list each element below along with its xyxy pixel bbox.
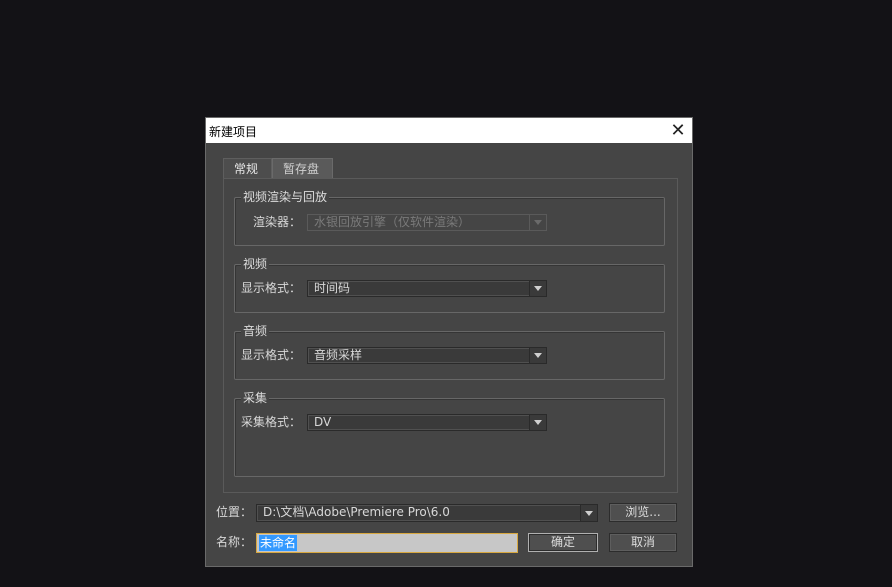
- chevron-down-icon[interactable]: [529, 281, 546, 296]
- chevron-down-icon[interactable]: [529, 348, 546, 363]
- audio-display-format-select[interactable]: 音频采样: [307, 347, 547, 364]
- group-audio: 音频 显示格式： 音频采样: [234, 323, 665, 380]
- group-capture: 采集 采集格式： DV: [234, 390, 665, 477]
- tab-general[interactable]: 常规: [223, 158, 272, 178]
- capture-format-value: DV: [314, 415, 332, 429]
- group-video: 视频 显示格式： 时间码: [234, 256, 665, 313]
- ok-button[interactable]: 确定: [528, 533, 598, 552]
- title-bar: 新建项目 ✕: [206, 118, 692, 143]
- group-title-audio: 音频: [241, 323, 270, 339]
- renderer-label: 渲染器：: [252, 215, 301, 229]
- video-display-format-label: 显示格式：: [240, 281, 301, 295]
- new-project-dialog: 新建项目 ✕ 常规 暂存盘 视频渲染与回放 渲染器： 水银回放引擎（仅软件渲染）…: [205, 117, 693, 567]
- group-title-rendering: 视频渲染与回放: [241, 189, 330, 205]
- chevron-down-icon[interactable]: [580, 505, 597, 521]
- capture-format-select[interactable]: DV: [307, 414, 547, 431]
- close-icon[interactable]: ✕: [664, 118, 692, 143]
- name-input[interactable]: 未命名: [256, 533, 518, 553]
- tab-scratch-disks[interactable]: 暂存盘: [272, 158, 333, 178]
- location-value: D:\文档\Adobe\Premiere Pro\6.0: [263, 505, 450, 519]
- chevron-down-icon[interactable]: [529, 415, 546, 430]
- name-label: 名称：: [215, 535, 252, 549]
- name-value: 未命名: [259, 535, 298, 551]
- tab-panel-general: 视频渲染与回放 渲染器： 水银回放引擎（仅软件渲染） 视频 显示格式： 时间码 …: [223, 178, 678, 493]
- location-label: 位置：: [215, 505, 252, 519]
- capture-format-label: 采集格式：: [240, 415, 301, 429]
- browse-button[interactable]: 浏览...: [609, 503, 677, 522]
- cancel-button[interactable]: 取消: [609, 533, 677, 552]
- audio-display-format-value: 音频采样: [314, 348, 363, 362]
- location-select[interactable]: D:\文档\Adobe\Premiere Pro\6.0: [256, 504, 598, 522]
- video-display-format-value: 时间码: [314, 281, 351, 295]
- video-display-format-select[interactable]: 时间码: [307, 280, 547, 297]
- audio-display-format-label: 显示格式：: [240, 348, 301, 362]
- renderer-value: 水银回放引擎（仅软件渲染）: [314, 215, 471, 229]
- group-title-video: 视频: [241, 256, 270, 272]
- dialog-title: 新建项目: [209, 125, 258, 139]
- group-title-capture: 采集: [241, 390, 270, 406]
- renderer-select: 水银回放引擎（仅软件渲染）: [307, 214, 547, 231]
- group-video-rendering: 视频渲染与回放 渲染器： 水银回放引擎（仅软件渲染）: [234, 189, 665, 246]
- chevron-down-icon: [529, 215, 546, 230]
